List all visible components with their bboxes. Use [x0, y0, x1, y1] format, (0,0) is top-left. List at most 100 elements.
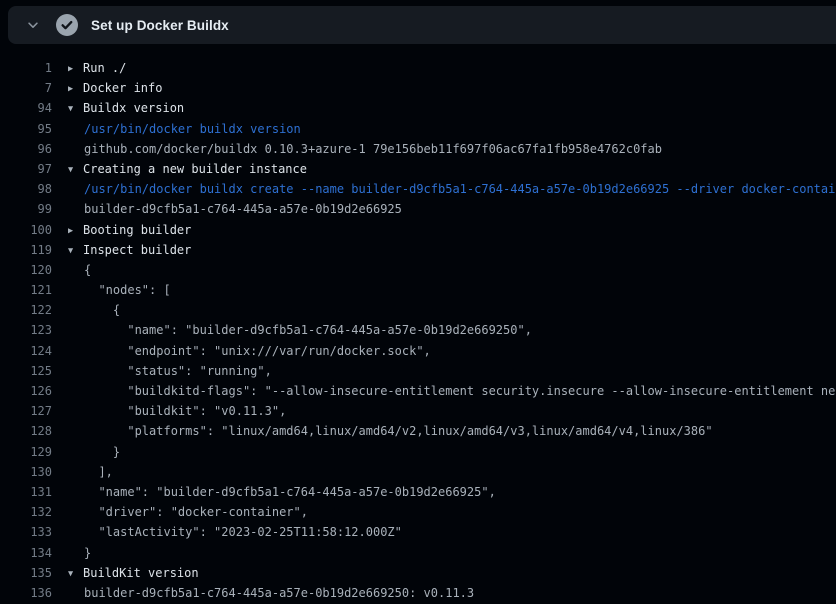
- log-output-text: github.com/docker/buildx 0.10.3+azure-1 …: [68, 139, 662, 159]
- log-output-text: "status": "running",: [68, 361, 272, 381]
- group-title: Buildx version: [83, 101, 184, 115]
- log-line: 130 ],: [0, 462, 836, 482]
- log-lines: 1▶Run ./7▶Docker info94▼Buildx version95…: [0, 44, 836, 603]
- log-line: 132 "driver": "docker-container",: [0, 502, 836, 522]
- log-output-text: ],: [68, 462, 113, 482]
- line-number[interactable]: 100: [0, 220, 52, 240]
- chevron-down-icon[interactable]: [21, 13, 45, 37]
- log-group-header[interactable]: ▼Creating a new builder instance: [68, 159, 307, 179]
- log-command-text: /usr/bin/docker buildx version: [68, 119, 301, 139]
- line-number[interactable]: 97: [0, 159, 52, 179]
- log-line: 129 }: [0, 442, 836, 462]
- group-expanded-icon[interactable]: ▼: [68, 564, 83, 583]
- line-number[interactable]: 130: [0, 462, 52, 482]
- log-line: 133 "lastActivity": "2023-02-25T11:58:12…: [0, 522, 836, 542]
- log-line: 119 ▼Inspect builder: [0, 240, 836, 260]
- line-number[interactable]: 126: [0, 381, 52, 401]
- log-line: 125 "status": "running",: [0, 361, 836, 381]
- log-line: 131 "name": "builder-d9cfb5a1-c764-445a-…: [0, 482, 836, 502]
- log-line: 96 github.com/docker/buildx 0.10.3+azure-…: [0, 139, 836, 159]
- log-output-text: "name": "builder-d9cfb5a1-c764-445a-a57e…: [68, 482, 496, 502]
- line-number[interactable]: 123: [0, 320, 52, 340]
- log-line: 120 {: [0, 260, 836, 280]
- log-line: 95/usr/bin/docker buildx version: [0, 119, 836, 139]
- log-group-header[interactable]: ▼BuildKit version: [68, 563, 199, 583]
- log-line: 98/usr/bin/docker buildx create --name b…: [0, 179, 836, 199]
- line-number[interactable]: 136: [0, 583, 52, 603]
- log-output-text: "platforms": "linux/amd64,linux/amd64/v2…: [68, 421, 713, 441]
- log-line: 134}: [0, 543, 836, 563]
- log-group-header[interactable]: ▶Docker info: [68, 78, 162, 98]
- group-title: Run ./: [83, 61, 126, 75]
- log-line: 122 {: [0, 300, 836, 320]
- group-collapsed-icon[interactable]: ▶: [68, 79, 83, 98]
- line-number[interactable]: 95: [0, 119, 52, 139]
- group-title: BuildKit version: [83, 566, 199, 580]
- group-title: Inspect builder: [83, 243, 191, 257]
- log-output-text: "nodes": [: [68, 280, 171, 300]
- log-output-text: "driver": "docker-container",: [68, 502, 308, 522]
- line-number[interactable]: 94: [0, 98, 52, 118]
- log-line: 136 builder-d9cfb5a1-c764-445a-a57e-0b19d…: [0, 583, 836, 603]
- line-number[interactable]: 96: [0, 139, 52, 159]
- log-line: 94 ▼Buildx version: [0, 98, 836, 118]
- log-output-text: "buildkit": "v0.11.3",: [68, 401, 286, 421]
- group-title: Docker info: [83, 81, 162, 95]
- log-group-header[interactable]: ▼Inspect builder: [68, 240, 191, 260]
- group-title: Creating a new builder instance: [83, 162, 307, 176]
- group-expanded-icon[interactable]: ▼: [68, 160, 83, 179]
- step-header[interactable]: Set up Docker Buildx: [8, 6, 836, 44]
- line-number[interactable]: 7: [0, 78, 52, 98]
- log-output-text: "buildkitd-flags": "--allow-insecure-ent…: [68, 381, 836, 401]
- group-collapsed-icon[interactable]: ▶: [68, 221, 83, 240]
- line-number[interactable]: 135: [0, 563, 52, 583]
- line-number[interactable]: 131: [0, 482, 52, 502]
- log-line: 128 "platforms": "linux/amd64,linux/amd6…: [0, 421, 836, 441]
- log-line: 126 "buildkitd-flags": "--allow-insecure…: [0, 381, 836, 401]
- log-line: 7 ▶Docker info: [0, 78, 836, 98]
- line-number[interactable]: 129: [0, 442, 52, 462]
- log-command-text: /usr/bin/docker buildx create --name bui…: [68, 179, 836, 199]
- line-number[interactable]: 134: [0, 543, 52, 563]
- line-number[interactable]: 122: [0, 300, 52, 320]
- log-output-text: builder-d9cfb5a1-c764-445a-a57e-0b19d2e6…: [68, 199, 402, 219]
- line-number[interactable]: 1: [0, 58, 52, 78]
- log-line: 121 "nodes": [: [0, 280, 836, 300]
- line-number[interactable]: 127: [0, 401, 52, 421]
- log-output-text: }: [68, 543, 91, 563]
- line-number[interactable]: 124: [0, 341, 52, 361]
- check-circle-icon: [56, 14, 78, 36]
- step-title: Set up Docker Buildx: [91, 18, 229, 33]
- log-output-text: }: [68, 442, 120, 462]
- log-line: 124 "endpoint": "unix:///var/run/docker.…: [0, 341, 836, 361]
- line-number[interactable]: 99: [0, 199, 52, 219]
- line-number[interactable]: 120: [0, 260, 52, 280]
- line-number[interactable]: 98: [0, 179, 52, 199]
- log-line: 123 "name": "builder-d9cfb5a1-c764-445a-…: [0, 320, 836, 340]
- line-number[interactable]: 132: [0, 502, 52, 522]
- log-output-text: builder-d9cfb5a1-c764-445a-a57e-0b19d2e6…: [68, 583, 474, 603]
- log-line: 127 "buildkit": "v0.11.3",: [0, 401, 836, 421]
- log-output-text: "name": "builder-d9cfb5a1-c764-445a-a57e…: [68, 320, 532, 340]
- log-line: 100 ▶Booting builder: [0, 220, 836, 240]
- line-number[interactable]: 119: [0, 240, 52, 260]
- log-line: 99 builder-d9cfb5a1-c764-445a-a57e-0b19d2…: [0, 199, 836, 219]
- log-group-header[interactable]: ▶Booting builder: [68, 220, 191, 240]
- line-number[interactable]: 128: [0, 421, 52, 441]
- log-group-header[interactable]: ▼Buildx version: [68, 98, 184, 118]
- group-expanded-icon[interactable]: ▼: [68, 99, 83, 118]
- log-line: 97 ▼Creating a new builder instance: [0, 159, 836, 179]
- line-number[interactable]: 125: [0, 361, 52, 381]
- log-output-text: {: [68, 260, 91, 280]
- log-output-text: "endpoint": "unix:///var/run/docker.sock…: [68, 341, 431, 361]
- group-title: Booting builder: [83, 223, 191, 237]
- log-line: 1 ▶Run ./: [0, 58, 836, 78]
- log-output-text: "lastActivity": "2023-02-25T11:58:12.000…: [68, 522, 402, 542]
- log-group-header[interactable]: ▶Run ./: [68, 58, 126, 78]
- line-number[interactable]: 133: [0, 522, 52, 542]
- group-expanded-icon[interactable]: ▼: [68, 241, 83, 260]
- line-number[interactable]: 121: [0, 280, 52, 300]
- log-output-text: {: [68, 300, 120, 320]
- log-line: 135 ▼BuildKit version: [0, 563, 836, 583]
- group-collapsed-icon[interactable]: ▶: [68, 59, 83, 78]
